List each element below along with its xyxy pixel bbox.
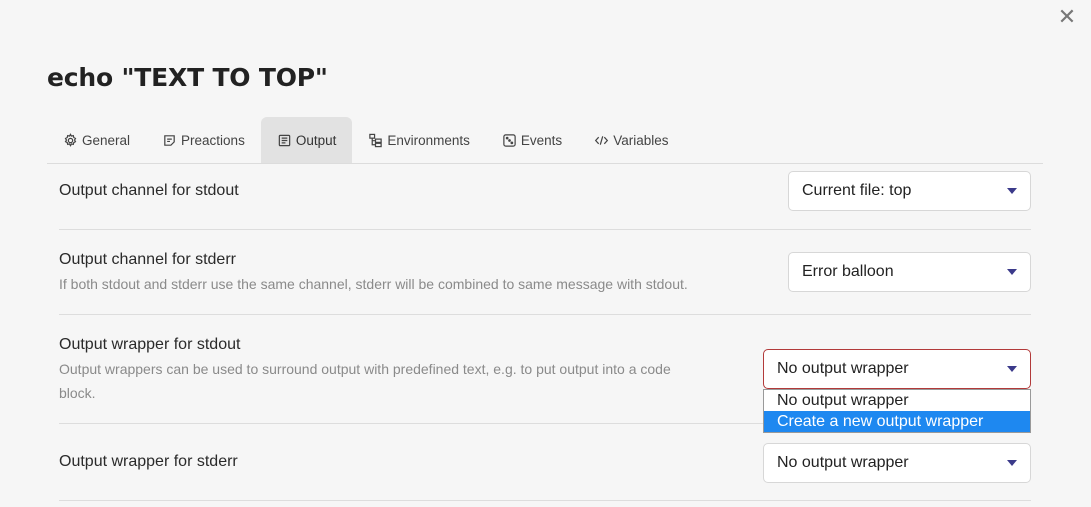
tab-label: General (82, 132, 131, 148)
setting-label: Output channel for stdout (59, 182, 239, 199)
dropdown-option-create-wrapper[interactable]: Create a new output wrapper (764, 411, 1030, 432)
tab-label: Environments (387, 132, 470, 148)
setting-description: If both stdout and stderr use the same c… (59, 276, 688, 292)
tab-environments[interactable]: Environments (352, 117, 486, 163)
select-value: No output wrapper (777, 360, 909, 377)
select-value: No output wrapper (777, 454, 909, 471)
stdout-wrapper-dropdown-list: No output wrapper Create a new output wr… (763, 389, 1031, 433)
stdout-channel-select[interactable]: Current file: top (788, 171, 1031, 211)
setting-label: Output wrapper for stderr (59, 453, 238, 470)
chevron-down-icon (1007, 269, 1017, 275)
dropdown-option[interactable]: No output wrapper (764, 390, 1030, 411)
tab-label: Output (295, 132, 337, 148)
close-icon[interactable]: ✕ (1056, 7, 1078, 29)
select-value: Error balloon (802, 263, 894, 280)
select-value: Current file: top (802, 182, 912, 199)
setting-row-stderr-channel: Output channel for stderr If both stdout… (59, 230, 1031, 315)
tab-label: Events (520, 132, 563, 148)
note-icon (164, 134, 175, 146)
setting-description: Output wrappers can be used to surround … (59, 357, 749, 405)
setting-row-stderr-wrapper: Output wrapper for stderr No output wrap… (59, 424, 1031, 501)
tab-label: Preactions (181, 132, 245, 148)
tab-general[interactable]: General (47, 117, 146, 163)
stderr-wrapper-select[interactable]: No output wrapper (763, 443, 1031, 483)
chevron-down-icon (1007, 188, 1017, 194)
stdout-wrapper-select[interactable]: No output wrapper (763, 349, 1031, 389)
page-title: echo "TEXT TO TOP" (47, 63, 328, 92)
tab-variables[interactable]: Variables (578, 117, 684, 163)
tab-events[interactable]: Events (486, 117, 578, 163)
tab-bar: General Preactions Output Environments E… (47, 117, 1043, 164)
tab-output[interactable]: Output (260, 117, 353, 163)
setting-row-stdout-channel: Output channel for stdout Current file: … (59, 165, 1031, 230)
gear-icon (64, 132, 77, 147)
description-line: block. (59, 385, 96, 401)
tree-icon (369, 133, 383, 147)
chevron-down-icon (1007, 366, 1017, 372)
dice-icon (503, 133, 516, 147)
setting-label: Output wrapper for stdout (59, 336, 241, 353)
code-icon (595, 135, 609, 145)
stderr-channel-select[interactable]: Error balloon (788, 252, 1031, 292)
document-icon (278, 134, 291, 146)
settings-dialog: ✕ echo "TEXT TO TOP" General Preactions … (0, 0, 1091, 507)
setting-label: Output channel for stderr (59, 251, 236, 268)
description-line: Output wrappers can be used to surround … (59, 361, 671, 377)
chevron-down-icon (1007, 460, 1017, 466)
tab-label: Variables (613, 132, 669, 148)
tab-preactions[interactable]: Preactions (146, 117, 261, 163)
